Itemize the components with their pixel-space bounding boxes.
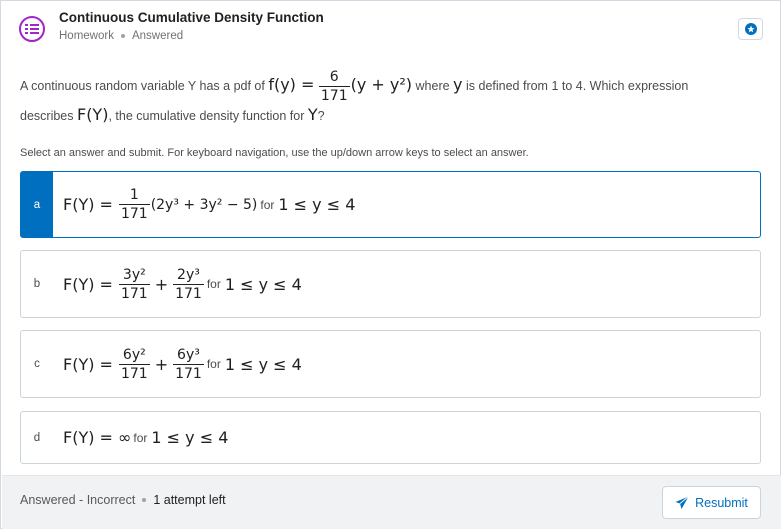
- answer-option-c[interactable]: c F(Y) = 6y² 171 + 6y³ 171 for 1 ≤ y ≤ 4: [20, 330, 761, 398]
- option-term-1: 6y² 171: [118, 346, 150, 383]
- fraction-numerator: 6y²: [118, 346, 150, 365]
- option-expression: F(Y) = 3y² 171 + 2y³ 171 for 1 ≤ y ≤ 4: [63, 251, 302, 317]
- option-plus: +: [154, 354, 169, 374]
- fraction-numerator: 2y³: [173, 266, 204, 285]
- question-category: Homework: [59, 30, 114, 42]
- option-range: 1 ≤ y ≤ 4: [224, 354, 302, 374]
- fraction-numerator: 6y³: [173, 346, 204, 365]
- option-term-1: 3y² 171: [118, 266, 150, 303]
- question-line-1: A continuous random variable Y has a pdf…: [20, 68, 760, 104]
- option-for: for: [206, 357, 221, 371]
- list-icon: [19, 16, 45, 42]
- fraction-denominator: 171: [120, 206, 148, 222]
- pin-button[interactable]: [738, 18, 763, 40]
- separator-dot-icon: [120, 34, 125, 38]
- answer-option-d[interactable]: d F(Y) = ∞ for 1 ≤ y ≤ 4: [20, 411, 761, 464]
- resubmit-button[interactable]: Resubmit: [662, 486, 761, 519]
- option-expression: F(Y) = ∞ for 1 ≤ y ≤ 4: [63, 412, 228, 463]
- pdf-expression: (y + y²): [350, 74, 413, 94]
- option-plus: +: [154, 274, 169, 294]
- option-range: 1 ≤ y ≤ 4: [151, 428, 229, 447]
- question-text-where: where: [412, 78, 454, 93]
- fraction-denominator: 171: [120, 365, 148, 382]
- fraction-numerator: 1: [118, 186, 150, 205]
- answer-option-a[interactable]: a F(Y) = 1 171 (2y³ + 3y² − 5) for 1 ≤ y …: [20, 171, 761, 238]
- option-polynomial: (2y³ + 3y² − 5): [150, 196, 258, 213]
- question-text: A continuous random variable Y has a pdf…: [20, 78, 269, 93]
- answer-instructions: Select an answer and submit. For keyboar…: [20, 147, 529, 159]
- question-prompt: A continuous random variable Y has a pdf…: [20, 61, 760, 130]
- pdf-lhs: f(y) =: [268, 74, 315, 94]
- resubmit-label: Resubmit: [695, 495, 748, 510]
- question-text-end: ?: [317, 109, 325, 123]
- result-text: Answered - Incorrect: [20, 493, 136, 507]
- option-range: 1 ≤ y ≤ 4: [224, 274, 302, 294]
- question-text-line2b: , the cumulative density function for: [108, 109, 308, 123]
- pin-icon: [745, 23, 757, 35]
- option-letter: d: [33, 431, 41, 444]
- option-lhs: F(Y) =: [63, 354, 113, 374]
- question-text-mid: is defined from 1 to 4. Which expression: [462, 78, 689, 93]
- question-status: Answered: [131, 30, 184, 42]
- option-for: for: [206, 277, 221, 291]
- fraction-denominator: 171: [120, 285, 148, 302]
- option-range: 1 ≤ y ≤ 4: [278, 195, 356, 214]
- variable-y: y: [453, 74, 463, 94]
- question-header: Continuous Cumulative Density Function H…: [1, 1, 781, 61]
- option-expression: F(Y) = 1 171 (2y³ + 3y² − 5) for 1 ≤ y ≤ …: [63, 172, 355, 237]
- option-for: for: [260, 197, 275, 212]
- fraction-numerator: 3y²: [118, 266, 150, 285]
- attempt-status: Answered - Incorrect 1 attempt left: [20, 493, 226, 507]
- question-title: Continuous Cumulative Density Function: [59, 10, 324, 25]
- send-icon: [675, 495, 689, 509]
- option-letter: a: [21, 172, 53, 237]
- option-term-2: 2y³ 171: [173, 266, 204, 303]
- option-lhs: F(Y) =: [63, 274, 113, 294]
- option-fraction: 1 171: [118, 186, 150, 223]
- option-expression: F(Y) = 6y² 171 + 6y³ 171 for 1 ≤ y ≤ 4: [63, 331, 302, 397]
- pdf-numerator: 6: [318, 68, 350, 87]
- question-card: Continuous Cumulative Density Function H…: [0, 0, 781, 529]
- separator-dot-icon: [142, 498, 147, 502]
- option-letter: b: [33, 278, 41, 290]
- option-term-2: 6y³ 171: [173, 346, 204, 383]
- cdf-name: F(Y): [76, 105, 109, 124]
- fraction-denominator: 171: [175, 365, 202, 382]
- attempts-left: 1 attempt left: [153, 493, 226, 507]
- question-line-2: describes F(Y), the cumulative density f…: [20, 100, 760, 130]
- question-footer: Answered - Incorrect 1 attempt left Resu…: [2, 475, 781, 529]
- question-text-line2: describes: [20, 109, 77, 123]
- answer-option-b[interactable]: b F(Y) = 3y² 171 + 2y³ 171 for 1 ≤ y ≤ 4: [20, 250, 761, 318]
- option-for: for: [133, 430, 148, 445]
- question-meta: Homework Answered: [59, 30, 183, 42]
- option-lhs: F(Y) = ∞: [63, 428, 132, 447]
- option-letter: c: [34, 358, 40, 370]
- option-lhs: F(Y) =: [63, 195, 113, 214]
- fraction-denominator: 171: [175, 285, 202, 302]
- variable-Y: Y: [307, 105, 318, 124]
